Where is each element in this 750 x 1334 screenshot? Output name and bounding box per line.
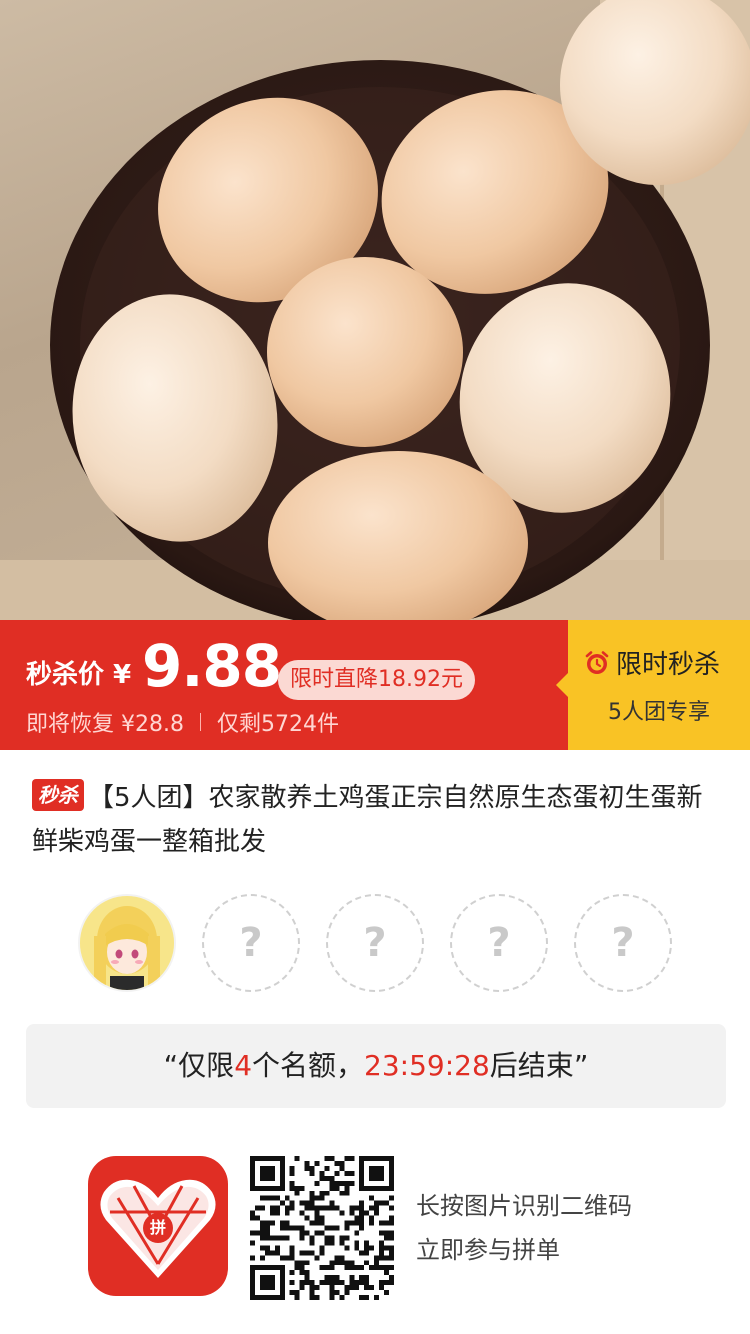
stock-text: 仅剩5724件 bbox=[216, 712, 339, 737]
price-bar: 秒杀价 ¥ 9.88 限时直降18.92元 即将恢复 ¥28.8 仅剩5724件… bbox=[0, 620, 750, 750]
empty-slot: ? bbox=[574, 894, 672, 992]
countdown-timer: 23:59:28 bbox=[364, 1049, 490, 1082]
alarm-clock-icon bbox=[585, 650, 609, 674]
product-image bbox=[0, 0, 750, 620]
quota-middle: 个名额， bbox=[252, 1049, 365, 1082]
avatar bbox=[78, 894, 176, 992]
close-quote: ” bbox=[573, 1049, 589, 1082]
qr-hint-line1: 长按图片识别二维码 bbox=[416, 1192, 632, 1220]
question-mark-icon: ? bbox=[611, 920, 635, 966]
user-avatar-icon bbox=[80, 896, 174, 990]
team-only-label: 5人团专享 bbox=[608, 700, 710, 725]
logo-text: 拼 bbox=[149, 1218, 166, 1237]
group-members: ? ? ? ? bbox=[78, 894, 698, 992]
qr-hint-line2: 立即参与拼单 bbox=[416, 1236, 560, 1264]
seckill-price-label: 秒杀价 ¥ bbox=[26, 660, 132, 690]
qr-code-icon bbox=[250, 1156, 394, 1300]
question-mark-icon: ? bbox=[239, 920, 263, 966]
quota-prefix: 仅限 bbox=[178, 1049, 235, 1082]
empty-slot: ? bbox=[326, 894, 424, 992]
open-quote: “ bbox=[163, 1049, 179, 1082]
price-value: 9.88 bbox=[142, 632, 282, 700]
quota-count: 4 bbox=[234, 1049, 253, 1082]
qr-code[interactable] bbox=[250, 1156, 394, 1300]
empty-slot: ? bbox=[450, 894, 548, 992]
flash-sale-panel: 限时秒杀 5人团专享 bbox=[556, 620, 750, 750]
price-drop-badge: 限时直降18.92元 bbox=[278, 660, 475, 700]
product-title-text: 【5人团】农家散养土鸡蛋正宗自然原生态蛋初生蛋新鲜柴鸡蛋一整箱批发 bbox=[32, 783, 703, 857]
question-mark-icon: ? bbox=[487, 920, 511, 966]
quota-notice: “仅限4个名额，23:59:28后结束” bbox=[26, 1024, 726, 1108]
empty-slot: ? bbox=[202, 894, 300, 992]
divider bbox=[199, 713, 201, 731]
restore-info: 即将恢复 ¥28.8 仅剩5724件 bbox=[26, 706, 339, 738]
question-mark-icon: ? bbox=[363, 920, 387, 966]
product-title: 秒杀 【5人团】农家散养土鸡蛋正宗自然原生态蛋初生蛋新鲜柴鸡蛋一整箱批发 bbox=[32, 776, 722, 864]
seckill-tag: 秒杀 bbox=[32, 779, 84, 811]
flash-sale-label: 限时秒杀 bbox=[616, 650, 721, 680]
flash-sale-title: 限时秒杀 bbox=[584, 644, 720, 681]
qr-hint: 长按图片识别二维码 立即参与拼单 bbox=[416, 1184, 632, 1272]
pinduoduo-logo: 拼 bbox=[88, 1156, 228, 1296]
quota-suffix: 后结束 bbox=[489, 1049, 574, 1082]
price-section: 秒杀价 ¥ 9.88 限时直降18.92元 即将恢复 ¥28.8 仅剩5724件 bbox=[0, 620, 568, 750]
restore-price-text: 即将恢复 ¥28.8 bbox=[26, 712, 184, 737]
